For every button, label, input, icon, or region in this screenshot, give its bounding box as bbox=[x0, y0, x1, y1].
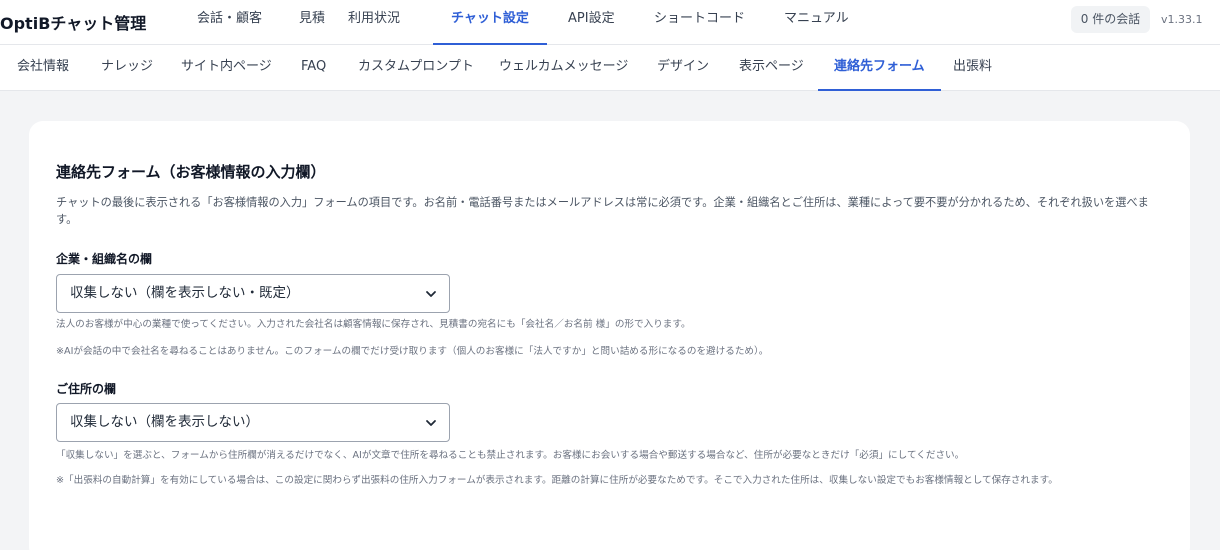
company-field-ai-note: ※AIが会話の中で会社名を尋ねることはありません。このフォームの欄でだけ受け取り… bbox=[56, 346, 769, 357]
nav-shortcode[interactable]: ショートコード bbox=[654, 0, 745, 45]
subnav-site-pages[interactable]: サイト内ページ bbox=[181, 45, 272, 91]
nav-usage[interactable]: 利用状況 bbox=[348, 0, 400, 45]
subnav-display-pages[interactable]: 表示ページ bbox=[739, 45, 804, 91]
subnav-welcome-message[interactable]: ウェルカムメッセージ bbox=[499, 45, 628, 91]
nav-manual[interactable]: マニュアル bbox=[784, 0, 849, 45]
top-header: OptiBチャット管理 会話・顧客 見積 利用状況 チャット設定 API設定 シ… bbox=[0, 0, 1220, 45]
address-field-travel-fee-note: ※「出張料の自動計算」を有効にしている場合は、この設定に関わらず出張料の住所入力… bbox=[56, 475, 1058, 486]
section-description: チャットの最後に表示される「お客様情報の入力」フォームの項目です。お名前・電話番… bbox=[56, 196, 1149, 226]
address-field-selected-value: 収集しない（欄を表示しない） bbox=[70, 414, 259, 430]
subnav-knowledge[interactable]: ナレッジ bbox=[101, 45, 153, 91]
company-field-label: 企業・組織名の欄 bbox=[56, 252, 153, 266]
contact-form-settings-card: 連絡先フォーム（お客様情報の入力欄） チャットの最後に表示される「お客様情報の入… bbox=[29, 121, 1190, 550]
company-field-select[interactable]: 収集しない（欄を表示しない・既定） bbox=[56, 274, 450, 313]
subnav-design[interactable]: デザイン bbox=[657, 45, 709, 91]
section-title: 連絡先フォーム（お客様情報の入力欄） bbox=[56, 163, 326, 181]
chevron-down-icon bbox=[426, 420, 436, 426]
chevron-down-icon bbox=[426, 291, 436, 297]
subnav-company-info[interactable]: 会社情報 bbox=[17, 45, 69, 91]
address-field-select[interactable]: 収集しない（欄を表示しない） bbox=[56, 403, 450, 442]
address-field-note: 「収集しない」を選ぶと、フォームから住所欄が消えるだけでなく、AIが文章で住所を… bbox=[56, 450, 965, 461]
brand-title: OptiBチャット管理 bbox=[0, 14, 147, 33]
subnav-faq[interactable]: FAQ bbox=[301, 45, 326, 91]
nav-conversations-customers[interactable]: 会話・顧客 bbox=[197, 0, 262, 45]
subnav-custom-prompt[interactable]: カスタムプロンプト bbox=[358, 45, 474, 91]
session-count-badge[interactable]: 0 件の会話 bbox=[1071, 6, 1150, 33]
company-field-selected-value: 収集しない（欄を表示しない・既定） bbox=[70, 285, 300, 301]
settings-subnav: 会社情報 ナレッジ サイト内ページ FAQ カスタムプロンプト ウェルカムメッセ… bbox=[0, 45, 1220, 91]
app-version: v1.33.1 bbox=[1161, 13, 1203, 26]
subnav-travel-fee[interactable]: 出張料 bbox=[953, 45, 992, 91]
subnav-contact-form[interactable]: 連絡先フォーム bbox=[818, 45, 941, 91]
nav-estimates[interactable]: 見積 bbox=[299, 0, 325, 45]
address-field-label: ご住所の欄 bbox=[56, 382, 117, 396]
company-field-note: 法人のお客様が中心の業種で使ってください。入力された会社名は顧客情報に保存され、… bbox=[56, 319, 691, 330]
nav-api-settings[interactable]: API設定 bbox=[568, 0, 615, 45]
nav-chat-settings[interactable]: チャット設定 bbox=[433, 0, 547, 45]
